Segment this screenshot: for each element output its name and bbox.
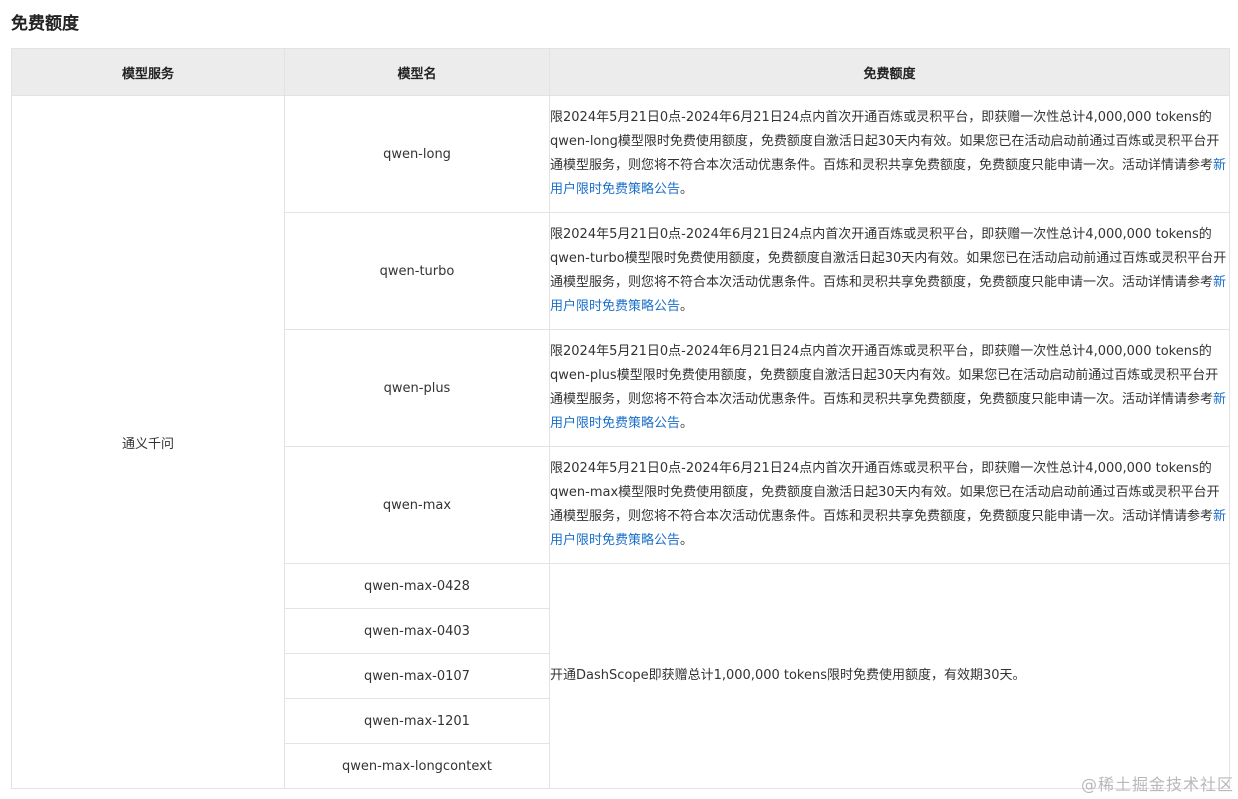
model-name-cell: qwen-max-longcontext (284, 743, 550, 789)
quota-desc-text: 限2024年5月21日0点-2024年6月21日24点内首次开通百炼或灵积平台，… (550, 461, 1220, 524)
quota-desc-text: 限2024年5月21日0点-2024年6月21日24点内首次开通百炼或灵积平台，… (550, 110, 1220, 173)
model-name-cell: qwen-max (284, 446, 550, 564)
watermark: @稀土掘金技术社区 (1080, 775, 1234, 794)
quota-desc-cell: 限2024年5月21日0点-2024年6月21日24点内首次开通百炼或灵积平台，… (549, 212, 1230, 330)
quota-desc-tail: 。 (680, 416, 694, 431)
model-name-cell: qwen-max-0107 (284, 653, 550, 699)
model-name-cell: qwen-long (284, 95, 550, 213)
model-name-cell: qwen-max-0403 (284, 608, 550, 654)
table-header-row: 模型服务 模型名 免费额度 (11, 48, 1230, 96)
quota-desc-tail: 。 (680, 182, 694, 197)
quota-desc-tail: 。 (680, 299, 694, 314)
service-cell: 通义千问 (11, 95, 285, 789)
shared-quota-desc-cell: 开通DashScope即获赠总计1,000,000 tokens限时免费使用额度… (549, 563, 1230, 789)
quota-desc-cell: 限2024年5月21日0点-2024年6月21日24点内首次开通百炼或灵积平台，… (549, 446, 1230, 564)
model-name-cell: qwen-turbo (284, 212, 550, 330)
model-name-cell: qwen-plus (284, 329, 550, 447)
free-quota-table: 模型服务 模型名 免费额度 通义千问 qwen-long 限2024年5月21日… (11, 48, 1230, 789)
header-free-quota: 免费额度 (549, 48, 1230, 96)
quota-desc-tail: 。 (680, 533, 694, 548)
header-service: 模型服务 (11, 48, 285, 96)
header-model-name: 模型名 (284, 48, 550, 96)
section-title: 免费额度 (11, 14, 79, 34)
quota-desc-text: 限2024年5月21日0点-2024年6月21日24点内首次开通百炼或灵积平台，… (550, 344, 1219, 407)
quota-desc-cell: 限2024年5月21日0点-2024年6月21日24点内首次开通百炼或灵积平台，… (549, 95, 1230, 213)
quota-desc-text: 限2024年5月21日0点-2024年6月21日24点内首次开通百炼或灵积平台，… (550, 227, 1227, 290)
model-name-cell: qwen-max-1201 (284, 698, 550, 744)
table-row: 通义千问 qwen-long 限2024年5月21日0点-2024年6月21日2… (11, 95, 1230, 789)
quota-desc-cell: 限2024年5月21日0点-2024年6月21日24点内首次开通百炼或灵积平台，… (549, 329, 1230, 447)
model-name-cell: qwen-max-0428 (284, 563, 550, 609)
